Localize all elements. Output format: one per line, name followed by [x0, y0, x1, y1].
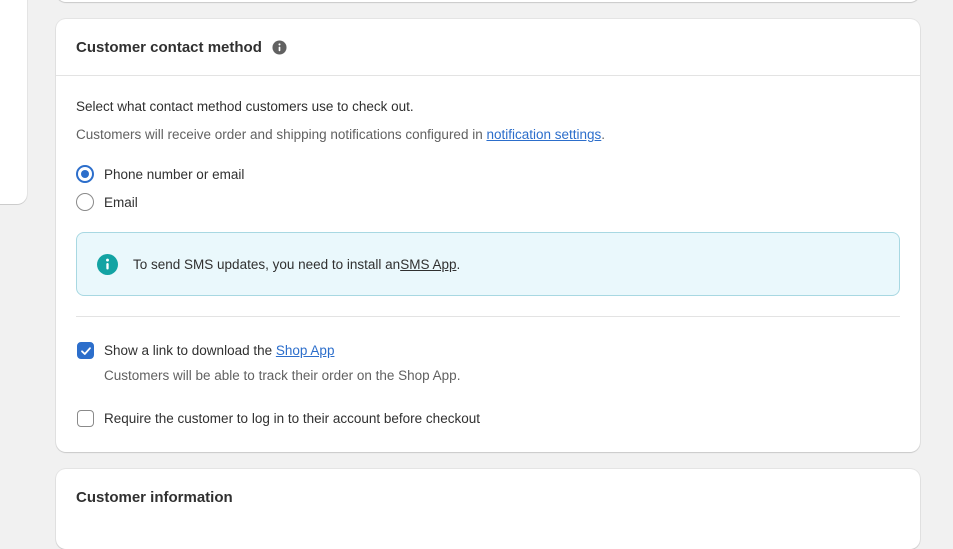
previous-section-card — [56, 0, 920, 2]
sms-app-link[interactable]: SMS App — [400, 257, 456, 272]
checkmark-icon — [80, 346, 91, 355]
shop-app-helper-text: Customers will be able to track their or… — [104, 368, 461, 383]
shop-app-option[interactable]: Show a link to download the Shop App — [77, 342, 334, 359]
radio-button[interactable] — [76, 193, 94, 211]
radio-option-email[interactable]: Email — [76, 193, 138, 211]
sms-info-banner: To send SMS updates, you need to install… — [76, 232, 900, 296]
notification-end: . — [601, 127, 606, 142]
radio-label: Email — [104, 194, 138, 210]
checkbox[interactable] — [77, 410, 94, 427]
banner-end: . — [456, 256, 461, 272]
shop-app-label: Show a link to download the — [104, 343, 273, 358]
info-circle-icon — [97, 253, 118, 275]
banner-text: To send SMS updates, you need to install… — [133, 256, 401, 272]
require-login-option[interactable]: Require the customer to log in to their … — [77, 410, 480, 427]
customer-contact-method-card: Customer contact method Select what cont… — [56, 19, 920, 452]
checkbox-checked[interactable] — [77, 342, 94, 359]
left-sidebar-card — [0, 0, 27, 204]
notification-description: Customers will receive order and shippin… — [76, 127, 605, 142]
notification-text: Customers will receive order and shippin… — [76, 127, 487, 142]
info-circle-icon[interactable] — [272, 39, 287, 55]
radio-option-phone-or-email[interactable]: Phone number or email — [76, 165, 244, 183]
shop-app-link[interactable]: Shop App — [276, 343, 335, 358]
card-header: Customer contact method — [56, 19, 920, 76]
radio-button-checked[interactable] — [76, 165, 94, 183]
card-title: Customer information — [76, 489, 233, 506]
card-title: Customer contact method — [76, 38, 262, 56]
contact-method-description: Select what contact method customers use… — [76, 99, 414, 114]
require-login-label: Require the customer to log in to their … — [104, 411, 480, 426]
divider — [76, 316, 900, 317]
customer-information-card: Customer information — [56, 469, 920, 549]
radio-label: Phone number or email — [104, 166, 245, 182]
notification-settings-link[interactable]: notification settings — [486, 127, 601, 142]
